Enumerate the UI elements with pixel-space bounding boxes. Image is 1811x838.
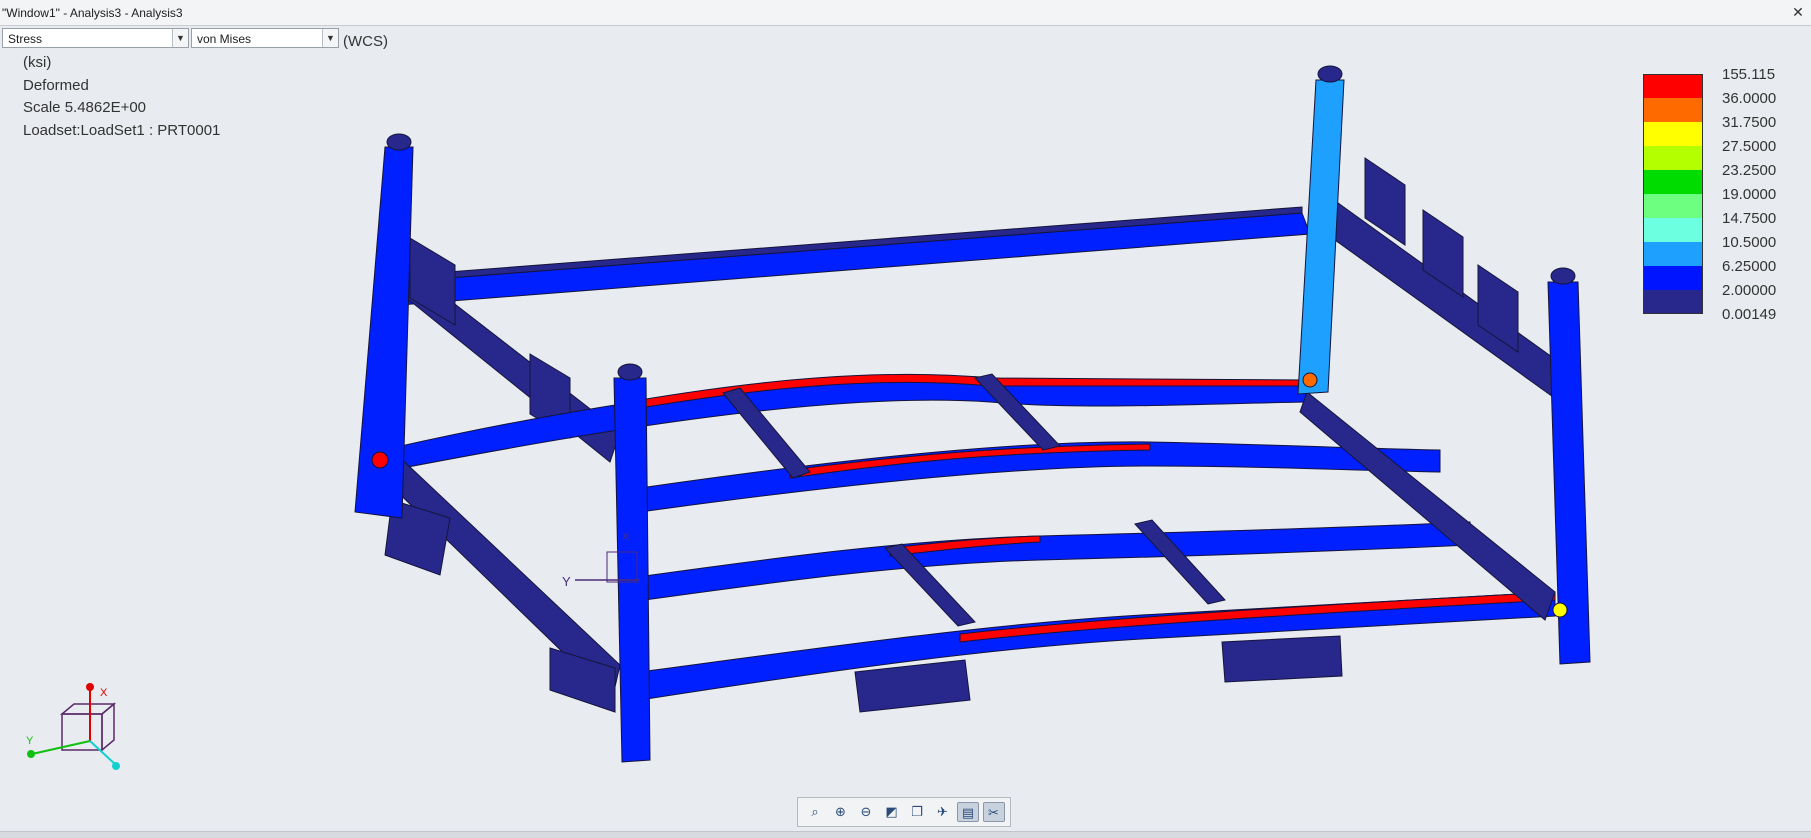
legend-value: 36.0000 [1722,90,1777,107]
post-front-left [613,377,651,763]
legend-swatch [1643,194,1703,218]
right-lower-rail [1299,391,1556,621]
legend-swatch [1643,122,1703,146]
zoom-area-icon[interactable]: ⌕ [804,802,826,822]
csys-y-label: Y [562,574,571,589]
legend-swatch [1643,218,1703,242]
legend-value: 155.115 [1722,66,1776,83]
fork-pocket-2 [1221,635,1343,683]
post-cap-4 [1550,267,1576,285]
results-viewport[interactable]: Stress ▼ von Mises ▼ (WCS) (ksi) Deforme… [0,26,1811,831]
view-toolbar: ⌕ ⊕ ⊖ ◩ ❐ ✈ ▤ ✂ [797,797,1011,827]
display-style-icon[interactable]: ▤ [957,802,979,822]
title-bar: "Window1" - Analysis3 - Analysis3 ✕ [0,0,1811,26]
fork-pocket-1 [854,659,971,713]
stress-fringe-model[interactable]: Y X [0,26,1811,831]
status-strip [0,831,1811,838]
zoom-out-icon[interactable]: ⊖ [855,802,877,822]
clip-icon[interactable]: ✂ [982,802,1005,822]
side-tab-left-1 [409,237,456,326]
back-rail [394,212,1311,306]
triad-x-label: X [100,687,108,699]
legend-value: 6.25000 [1722,258,1777,275]
hotspot-rear-left [371,451,389,469]
zoom-in-icon[interactable]: ⊕ [830,802,852,822]
legend-swatch [1643,290,1703,314]
legend-swatch [1643,170,1703,194]
triad-z-dot [112,762,120,770]
triad-y-axis [31,740,91,755]
analysis-window: "Window1" - Analysis3 - Analysis3 ✕ Stre… [0,0,1811,838]
close-icon[interactable]: ✕ [1789,3,1807,21]
middle-beam-2 [629,521,1471,603]
legend-swatch [1643,266,1703,290]
spin-center-icon[interactable]: ✈ [932,802,954,822]
triad-z-axis [89,740,117,766]
legend-value: 14.7500 [1722,210,1777,227]
saved-views-icon[interactable]: ❐ [906,802,928,822]
legend-swatch [1643,74,1703,98]
orientation-triad: X Y [26,683,120,770]
post-cap-1 [617,363,643,381]
triad-y-dot [27,750,35,758]
refit-icon[interactable]: ◩ [881,802,903,822]
hotspot-front-right [1552,602,1568,618]
triad-y-label: Y [26,735,34,747]
csys-x-label: X [622,531,630,543]
legend-value: 0.00149 [1722,306,1777,323]
post-cap-2 [386,133,412,151]
triad-cube [59,702,117,752]
legend-swatch [1643,242,1703,266]
hotspot-rear-right [1302,372,1318,388]
legend-value: 27.5000 [1722,138,1777,155]
legend-value: 10.5000 [1722,234,1777,251]
post-cap-3 [1317,65,1343,83]
legend-swatch [1643,98,1703,122]
legend-swatch [1643,146,1703,170]
triad-x-dot [86,683,94,691]
legend-value: 19.0000 [1722,186,1777,203]
legend-value: 23.2500 [1722,162,1777,179]
legend-value: 31.7500 [1722,114,1777,131]
window-title: "Window1" - Analysis3 - Analysis3 [2,6,183,20]
legend-value: 2.00000 [1722,282,1777,299]
